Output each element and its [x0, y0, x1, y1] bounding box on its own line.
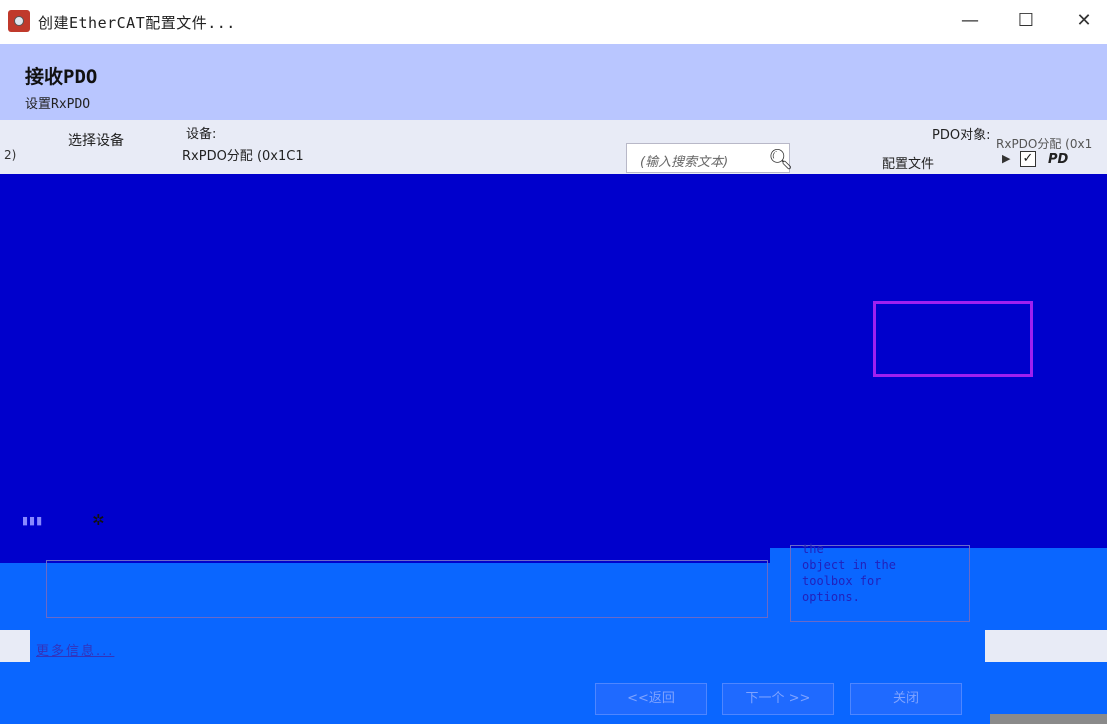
close-button[interactable]: ✕	[1064, 8, 1104, 34]
search-icon[interactable]: 🔍︎	[768, 147, 793, 171]
page-subtitle: 设置RxPDO	[25, 97, 91, 112]
pdo-objects-label: PDO对象:	[932, 128, 991, 143]
search-placeholder: (输入搜索文本)	[640, 155, 729, 170]
app-icon	[8, 10, 30, 32]
window-title: 创建EtherCAT配置文件...	[38, 14, 236, 32]
back-button[interactable]: <<返回	[595, 683, 707, 715]
selection-rectangle	[873, 301, 1033, 377]
device-value: RxPDO分配 (0x1C1	[182, 149, 304, 164]
expand-arrow-icon[interactable]: ▶	[1002, 152, 1010, 165]
hint-text: the object in the toolbox for options.	[802, 542, 896, 604]
device-label: 设备:	[186, 127, 217, 142]
page-header	[0, 44, 1107, 120]
close-dialog-button[interactable]: 关闭	[850, 683, 962, 715]
more-info-bar	[30, 630, 985, 662]
column-config-file: 配置文件	[882, 157, 935, 172]
nav-item-select-device[interactable]: 选择设备	[68, 130, 124, 150]
page-title: 接收PDO	[25, 66, 98, 88]
resize-grip[interactable]	[990, 714, 1107, 724]
tree-item-label: PD	[1048, 152, 1069, 167]
maximize-button[interactable]: ☐	[1006, 8, 1046, 34]
pdo-checkbox[interactable]: ✓	[1020, 151, 1036, 167]
toolbox-marker: ▮▮▮	[22, 514, 44, 527]
minimize-button[interactable]: —	[950, 8, 990, 34]
more-info-link[interactable]: 更多信息...	[36, 640, 114, 659]
details-textbox[interactable]	[46, 560, 768, 618]
left-edge-marker: 2)	[4, 148, 17, 162]
toolbox-icon[interactable]: ✲	[92, 511, 105, 529]
next-button[interactable]: 下一个 >>	[722, 683, 834, 715]
